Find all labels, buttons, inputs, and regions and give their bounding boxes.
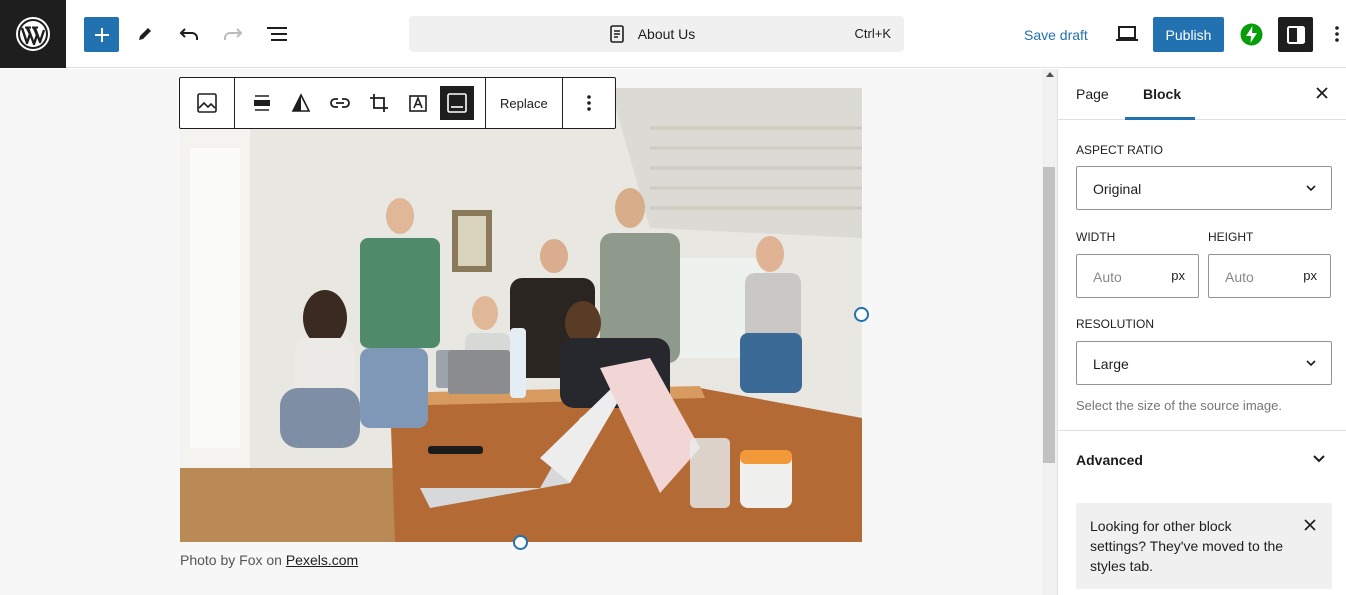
resolution-select[interactable]: Large xyxy=(1076,341,1332,385)
align-button[interactable] xyxy=(242,78,281,128)
panel-divider xyxy=(1058,430,1346,431)
width-input[interactable]: Auto px xyxy=(1076,254,1199,298)
replace-group: Replace xyxy=(486,78,563,128)
block-options-button[interactable] xyxy=(563,78,615,128)
redo-button[interactable] xyxy=(221,22,245,46)
width-label: WIDTH xyxy=(1076,230,1116,244)
editor-canvas: Photo by Fox on Pexels.com Replace xyxy=(0,69,1042,595)
align-wide-icon xyxy=(253,95,270,111)
text-over-image-icon xyxy=(408,95,427,112)
image-block-photo[interactable] xyxy=(180,88,862,542)
save-draft-button[interactable]: Save draft xyxy=(1024,27,1088,43)
close-icon[interactable] xyxy=(1304,519,1316,531)
sidebar-icon xyxy=(1286,25,1305,44)
link-icon xyxy=(329,98,350,108)
height-placeholder: Auto xyxy=(1225,269,1254,285)
wordpress-logo-icon[interactable] xyxy=(0,0,66,68)
close-sidebar-button[interactable] xyxy=(1314,85,1330,106)
settings-toggle-button[interactable] xyxy=(1278,17,1313,52)
replace-button[interactable]: Replace xyxy=(486,96,562,111)
duotone-filter-button[interactable] xyxy=(281,78,320,128)
block-type-group xyxy=(180,78,235,128)
scroll-up-arrow-icon[interactable] xyxy=(1046,72,1054,77)
add-block-button[interactable] xyxy=(84,17,119,52)
duotone-icon xyxy=(291,93,310,112)
image-icon xyxy=(197,93,217,113)
resize-handle-bottom[interactable] xyxy=(513,535,528,550)
transform-image-button[interactable] xyxy=(180,78,234,128)
aspect-ratio-select[interactable]: Original xyxy=(1076,166,1332,210)
document-title-bar[interactable]: About Us Ctrl+K xyxy=(409,16,904,52)
caption-link[interactable]: Pexels.com xyxy=(286,552,358,568)
more-vertical-icon xyxy=(1335,26,1339,42)
tab-page[interactable]: Page xyxy=(1076,86,1109,102)
list-view-icon xyxy=(267,27,287,41)
width-placeholder: Auto xyxy=(1093,269,1122,285)
caption-text: Photo by Fox on xyxy=(180,552,286,568)
canvas-scrollbar-thumb[interactable] xyxy=(1043,167,1055,463)
jetpack-icon xyxy=(1240,23,1263,46)
more-vertical-icon xyxy=(586,95,591,111)
width-unit: px xyxy=(1171,268,1185,283)
crop-button[interactable] xyxy=(359,78,398,128)
options-menu-button[interactable] xyxy=(1330,22,1344,46)
close-icon xyxy=(1316,87,1328,99)
aspect-ratio-label: ASPECT RATIO xyxy=(1076,143,1163,157)
document-overview-button[interactable] xyxy=(264,22,290,46)
chevron-down-icon[interactable] xyxy=(1311,453,1327,465)
tab-block[interactable]: Block xyxy=(1143,86,1181,102)
tools-pencil-button[interactable] xyxy=(133,22,157,46)
insert-link-button[interactable] xyxy=(320,78,359,128)
chevron-down-icon xyxy=(1306,360,1316,367)
block-options-group xyxy=(563,78,615,128)
settings-sidebar: Page Block ASPECT RATIO Original WIDTH A… xyxy=(1057,69,1346,595)
notice-message: Looking for other block settings? They'v… xyxy=(1090,518,1284,574)
sidebar-tabs: Page Block xyxy=(1058,69,1346,120)
image-caption[interactable]: Photo by Fox on Pexels.com xyxy=(180,552,358,568)
height-label: HEIGHT xyxy=(1208,230,1254,244)
crop-icon xyxy=(369,94,388,112)
caption-toggle-button[interactable] xyxy=(437,78,476,128)
height-unit: px xyxy=(1303,268,1317,283)
redo-icon xyxy=(224,28,243,40)
editor-header: About Us Ctrl+K Save draft Publish xyxy=(0,0,1346,68)
resize-handle-right[interactable] xyxy=(854,307,869,322)
undo-icon xyxy=(179,28,198,40)
aspect-ratio-value: Original xyxy=(1093,181,1142,197)
block-tools-group xyxy=(235,78,486,128)
plus-icon xyxy=(94,27,109,42)
preview-button[interactable] xyxy=(1114,23,1140,45)
block-settings-notice: Looking for other block settings? They'v… xyxy=(1076,503,1332,589)
resolution-help-text: Select the size of the source image. xyxy=(1076,398,1282,413)
caption-icon xyxy=(439,86,474,120)
active-tab-indicator xyxy=(1125,117,1195,120)
advanced-panel-toggle[interactable]: Advanced xyxy=(1076,452,1143,468)
team-photo-image xyxy=(180,88,862,542)
publish-button[interactable]: Publish xyxy=(1153,17,1224,52)
add-text-over-image-button[interactable] xyxy=(398,78,437,128)
chevron-down-icon xyxy=(1306,185,1316,192)
command-shortcut: Ctrl+K xyxy=(854,26,891,41)
jetpack-button[interactable] xyxy=(1240,23,1263,46)
undo-button[interactable] xyxy=(177,22,201,46)
desktop-preview-icon xyxy=(1116,26,1138,41)
block-toolbar: Replace xyxy=(179,77,616,129)
resolution-value: Large xyxy=(1093,356,1129,372)
pencil-icon xyxy=(139,28,151,40)
document-title: About Us xyxy=(637,26,696,42)
height-input[interactable]: Auto px xyxy=(1208,254,1331,298)
resolution-label: RESOLUTION xyxy=(1076,317,1155,331)
